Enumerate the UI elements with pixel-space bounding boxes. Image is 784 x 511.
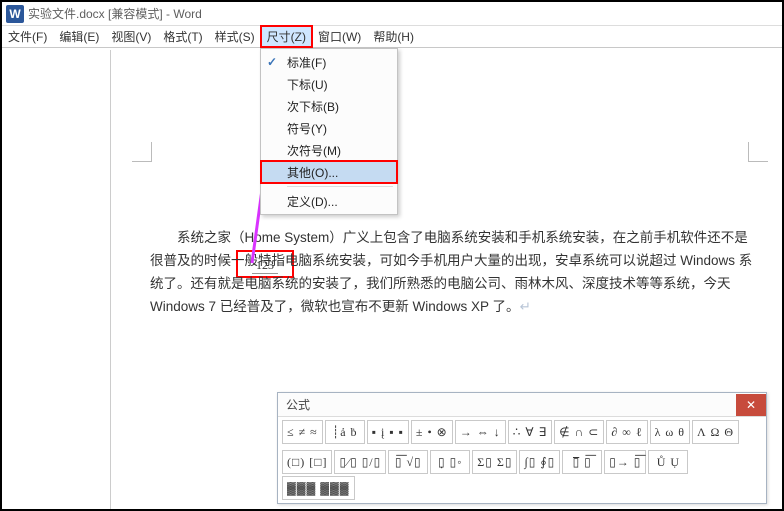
menu-file[interactable]: 文件(F) (2, 26, 53, 47)
eq-btn-embellish[interactable]: ┊ả ḃ (325, 420, 365, 444)
close-icon: ✕ (746, 398, 756, 412)
eq-btn-fences[interactable]: (□) [□] (282, 450, 332, 474)
eq-btn-product[interactable]: Ů Ụ (648, 450, 688, 474)
dd-label: 其他(O)... (287, 164, 338, 181)
corner-mark-tr (748, 142, 768, 162)
eq-btn-matrix[interactable]: ▓▓▓ ▓▓▓ (282, 476, 355, 500)
eol-marker: ↵ (520, 299, 531, 314)
dd-item-subscript[interactable]: 下标(U) (261, 73, 397, 95)
menu-size[interactable]: 尺寸(Z) (261, 26, 312, 47)
document-body[interactable]: 系统之家（Home System）广义上包含了电脑系统安装和手机系统安装，在之前… (150, 227, 757, 319)
corner-mark-tl (132, 142, 152, 162)
eq-btn-greek-lower[interactable]: λ ω θ (650, 420, 690, 444)
eq-btn-operators[interactable]: ± • ⊗ (411, 420, 453, 444)
dd-item-subsymbol[interactable]: 次符号(M) (261, 139, 397, 161)
eq-btn-spaces[interactable]: ▪ į ▪ ▪ (367, 420, 409, 444)
paragraph-text: 系统之家（Home System）广义上包含了电脑系统安装和手机系统安装，在之前… (150, 230, 752, 314)
menu-style[interactable]: 样式(S) (209, 26, 261, 47)
eq-btn-subscripts[interactable]: ▯͞ √▯ (388, 450, 428, 474)
titlebar: W 实验文件.docx [兼容模式] - Word (2, 2, 782, 26)
dd-item-define[interactable]: 定义(D)... (261, 190, 397, 212)
dd-separator (287, 186, 393, 187)
eq-btn-overbar[interactable]: ▯̅ ▯͞ (562, 450, 602, 474)
window-title: 实验文件.docx [兼容模式] - Word (28, 5, 202, 22)
size-dropdown: ✓ 标准(F) 下标(U) 次下标(B) 符号(Y) 次符号(M) 其他(O).… (260, 48, 398, 215)
menu-edit[interactable]: 编辑(E) (53, 26, 105, 47)
equation-toolbar-row1: ≤ ≠ ≈ ┊ả ḃ ▪ į ▪ ▪ ± • ⊗ → ⇔ ↓ ∴ ∀ ∃ ∉ ∩… (278, 417, 766, 447)
eq-btn-misc[interactable]: ∂ ∞ ℓ (606, 420, 647, 444)
eq-btn-integral[interactable]: ∫▯ ∮▯ (519, 450, 560, 474)
eq-btn-set[interactable]: ∉ ∩ ⊂ (554, 420, 604, 444)
dd-label: 次符号(M) (287, 142, 341, 159)
word-icon: W (6, 5, 24, 23)
eq-btn-logical[interactable]: ∴ ∀ ∃ (508, 420, 552, 444)
dd-item-other[interactable]: 其他(O)... (261, 161, 397, 183)
equation-panel: 公式 ✕ ≤ ≠ ≈ ┊ả ḃ ▪ į ▪ ▪ ± • ⊗ → ⇔ ↓ ∴ ∀ … (277, 392, 767, 504)
eq-btn-labeled-arrow[interactable]: ▯→ ▯͞ (604, 450, 646, 474)
eq-btn-sum[interactable]: Σ▯ Σ▯ (472, 450, 517, 474)
dd-item-standard[interactable]: ✓ 标准(F) (261, 51, 397, 73)
close-button[interactable]: ✕ (736, 394, 766, 416)
menu-window[interactable]: 窗口(W) (312, 26, 367, 47)
eq-btn-greek-upper[interactable]: Λ Ω Θ (692, 420, 739, 444)
eq-btn-supersub[interactable]: ▯̣ ▯◦ (430, 450, 470, 474)
dd-label: 符号(Y) (287, 120, 327, 137)
page-shadow (110, 50, 111, 509)
dd-item-symbol[interactable]: 符号(Y) (261, 117, 397, 139)
eq-btn-arrows[interactable]: → ⇔ ↓ (455, 420, 506, 444)
menubar: 文件(F) 编辑(E) 视图(V) 格式(T) 样式(S) 尺寸(Z) 窗口(W… (2, 26, 782, 48)
equation-header[interactable]: 公式 ✕ (278, 393, 766, 417)
dd-label: 下标(U) (287, 76, 328, 93)
equation-title: 公式 (286, 396, 310, 413)
eq-btn-relational[interactable]: ≤ ≠ ≈ (282, 420, 323, 444)
dd-label: 次下标(B) (287, 98, 339, 115)
check-icon: ✓ (267, 55, 277, 69)
equation-toolbar-row2: (□) [□] ▯⁄▯ ▯/▯ ▯͞ √▯ ▯̣ ▯◦ Σ▯ Σ▯ ∫▯ ∮▯ … (278, 447, 766, 503)
eq-btn-fractions[interactable]: ▯⁄▯ ▯/▯ (334, 450, 386, 474)
menu-view[interactable]: 视图(V) (105, 26, 157, 47)
dd-label: 标准(F) (287, 54, 326, 71)
menu-help[interactable]: 帮助(H) (367, 26, 420, 47)
dd-item-subsubscript[interactable]: 次下标(B) (261, 95, 397, 117)
menu-format[interactable]: 格式(T) (157, 26, 208, 47)
dd-label: 定义(D)... (287, 193, 338, 210)
